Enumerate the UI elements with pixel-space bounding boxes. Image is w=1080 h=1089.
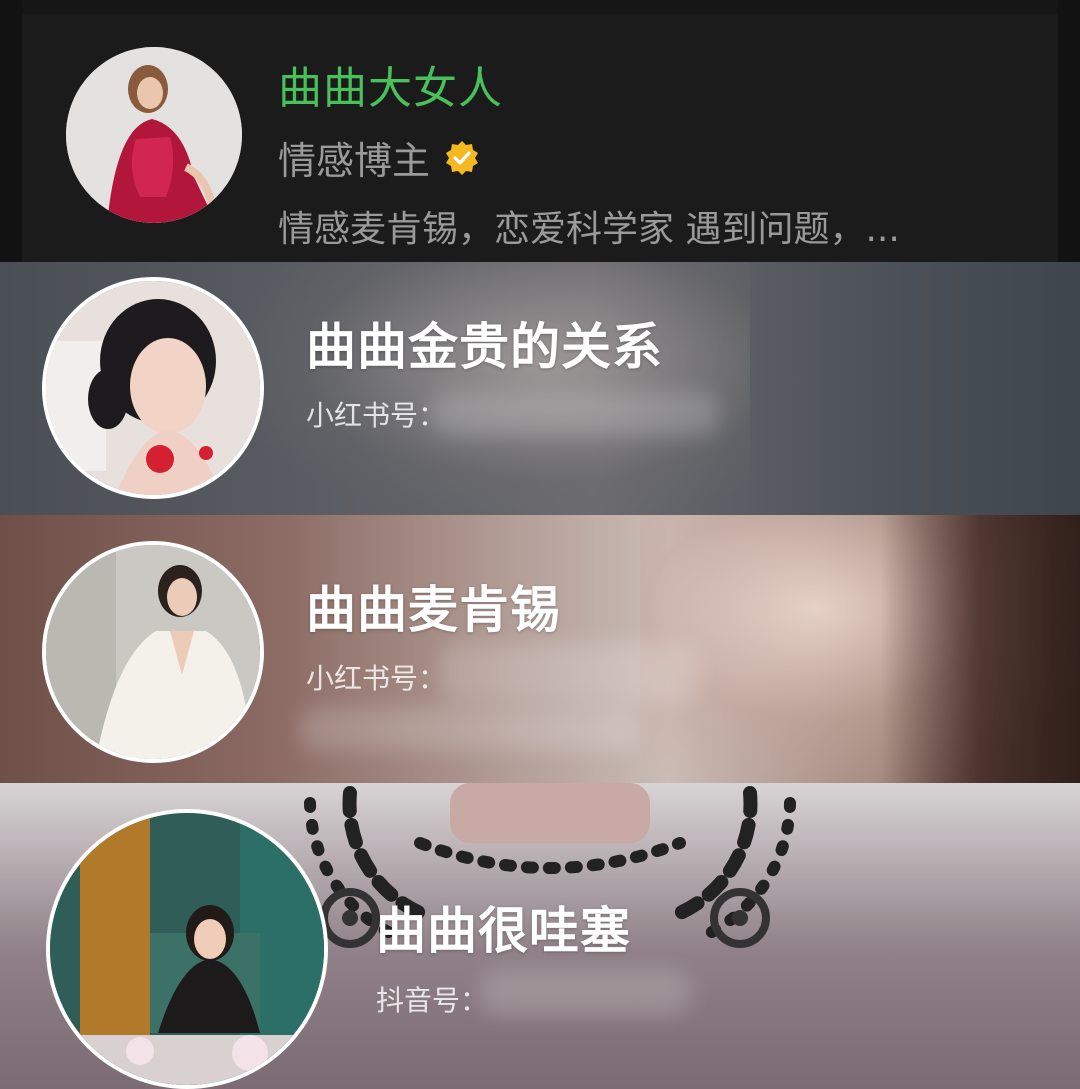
avatar-image <box>46 281 260 495</box>
avatar[interactable] <box>46 809 328 1089</box>
account-role: 情感博主 <box>278 139 431 183</box>
role-row: 情感博主 <box>278 130 480 185</box>
avatar[interactable] <box>42 277 264 499</box>
avatar[interactable] <box>42 541 264 763</box>
redacted-id <box>480 969 690 1015</box>
redacted-id <box>300 707 640 751</box>
account-id-label: 小红书号： <box>306 399 447 432</box>
account-name[interactable]: 曲曲大女人 <box>278 52 503 116</box>
account-id-label: 抖音号： <box>376 984 489 1017</box>
background-photo <box>230 262 750 515</box>
account-title[interactable]: 曲曲很哇塞 <box>376 891 631 963</box>
redacted-id <box>440 643 700 703</box>
avatar-image <box>46 545 260 759</box>
background-hair <box>880 515 1080 783</box>
xhs-profile-card-1[interactable]: 曲曲金贵的关系 小红书号： <box>0 262 1080 515</box>
account-title[interactable]: 曲曲金贵的关系 <box>306 307 663 379</box>
avatar-image <box>50 813 324 1085</box>
avatar[interactable] <box>66 47 242 223</box>
xhs-profile-card-2[interactable]: 曲曲麦肯锡 小红书号： <box>0 515 1080 783</box>
redacted-id <box>430 392 720 436</box>
account-title[interactable]: 曲曲麦肯锡 <box>306 570 561 642</box>
wechat-profile-card[interactable]: 曲曲大女人 情感博主 情感麦肯锡，恋爱科学家 遇到问题，... <box>0 0 1080 262</box>
account-description: 情感麦肯锡，恋爱科学家 遇到问题，... <box>278 209 900 250</box>
verified-badge-icon <box>446 140 479 175</box>
avatar-image <box>66 47 242 223</box>
account-id-label: 小红书号： <box>306 662 447 695</box>
divider <box>22 0 1058 14</box>
douyin-profile-card[interactable]: 曲曲很哇塞 抖音号： <box>0 783 1080 1089</box>
